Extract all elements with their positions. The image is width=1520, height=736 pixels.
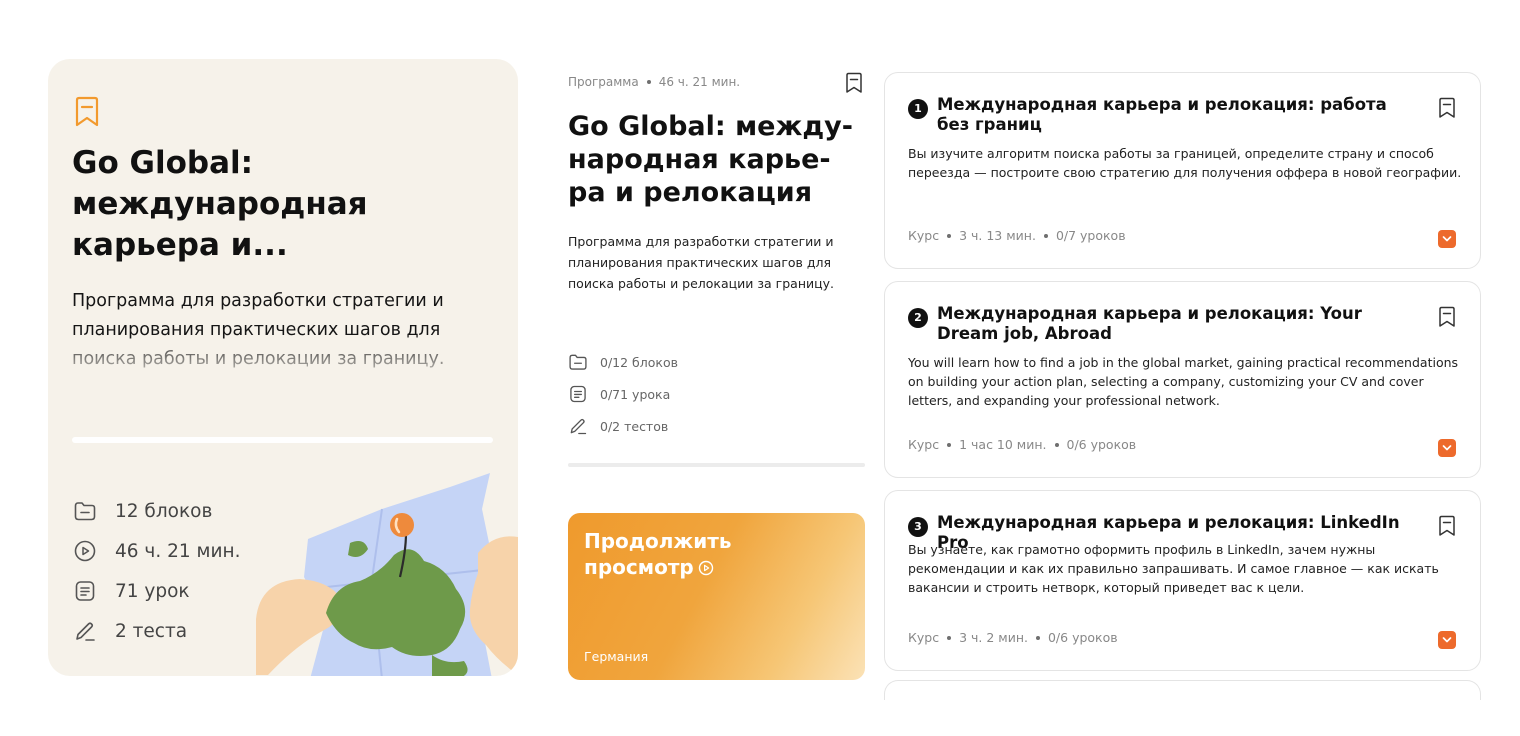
progress-tests: 0/2 тестов [568,410,865,442]
hero-stat-duration: 46 ч. 21 мин. [73,531,241,571]
separator-dot [947,442,952,447]
bookmark-icon[interactable] [74,96,100,128]
bookmark-icon[interactable] [845,72,863,94]
course-description: Вы узнаете, как грамотно оформить профил… [908,542,1439,595]
hero-title: Go Global: международная карьера и... [72,145,368,263]
chevron-down-icon [1442,445,1452,451]
program-progress: 0/12 блоков 0/71 урока 0/2 тестов [568,346,865,442]
progress-label: 0/2 тестов [600,418,669,434]
course-lessons: 0/7 уроков [1055,228,1126,243]
program-info: Программа 46 ч. 21 мин. Go Global: между… [568,70,865,442]
chevron-down-icon [1442,236,1452,242]
continue-watching-card[interactable]: Продолжить просмотр Германия [568,513,865,680]
bookmark-icon[interactable] [1438,306,1456,328]
pencil-icon [570,418,587,435]
program-duration: 46 ч. 21 мин. [658,75,741,89]
program-title: Go Global: между-народная карье-ра и рел… [568,111,853,208]
chevron-down-icon [1442,637,1452,643]
course-title: Международная карьера и релокация: работ… [937,95,1387,134]
program-type: Программа [568,75,639,89]
play-circle-icon [74,540,96,562]
separator-dot [646,80,651,84]
expand-button[interactable] [1438,439,1456,457]
separator-dot [947,635,952,640]
course-card[interactable]: 2 Международная карьера и релокация: You… [884,281,1481,478]
continue-watching-title: Продолжить просмотр [584,528,844,580]
hero-stat-label: 71 урок [115,580,190,602]
pencil-icon [76,622,95,641]
course-duration: 3 ч. 13 мин. [959,228,1036,243]
hero-stat-label: 2 теста [115,620,188,642]
hero-divider [72,437,493,443]
continue-country: Германия [584,649,649,664]
separator-dot [1054,442,1059,447]
progress-lessons: 0/71 урока [568,378,865,410]
course-card[interactable]: 3 Международная карьера и релокация: Lin… [884,490,1481,671]
document-icon [570,385,586,403]
bookmark-icon[interactable] [1438,97,1456,119]
course-title: Международная карьера и релокация: Your … [937,304,1362,343]
hero-stat-tests: 2 теста [73,611,241,651]
progress-blocks: 0/12 блоков [568,346,865,378]
expand-button[interactable] [1438,230,1456,248]
program-hero-card[interactable]: Go Global: международная карьера и... Пр… [48,59,518,676]
course-number: 2 [908,308,928,328]
program-description: Программа для разработки стратегии и пла… [568,234,834,291]
folder-icon [74,502,96,521]
course-duration: 3 ч. 2 мин. [959,630,1028,645]
course-type: Курс [908,630,940,645]
expand-button[interactable] [1438,631,1456,649]
progress-label: 0/71 урока [600,386,671,402]
course-type: Курс [908,437,940,452]
course-lessons: 0/6 уроков [1047,630,1118,645]
course-duration: 1 час 10 мин. [959,437,1047,452]
map-illustration [256,473,518,676]
progress-divider [568,463,865,467]
course-description: You will learn how to find a job in the … [908,355,1459,408]
separator-dot [1043,233,1048,238]
course-meta: Курс 3 ч. 13 мин. 0/7 уроков [908,228,1126,243]
separator-dot [1035,635,1040,640]
course-card-partial[interactable] [884,680,1481,700]
separator-dot [947,233,952,238]
program-meta: Программа 46 ч. 21 мин. [568,70,865,94]
bookmark-icon[interactable] [1438,515,1456,537]
course-type: Курс [908,228,940,243]
course-description: Вы изучите алгоритм поиска работы за гра… [908,146,1462,180]
hero-stats: 12 блоков 46 ч. 21 мин. 71 урок 2 теста [73,491,241,651]
course-card[interactable]: 1 Международная карьера и релокация: раб… [884,72,1481,269]
course-number: 3 [908,517,928,537]
description-fade [48,341,518,381]
folder-icon [569,354,587,370]
course-meta: Курс 3 ч. 2 мин. 0/6 уроков [908,630,1118,645]
hero-stat-label: 12 блоков [115,500,213,522]
progress-label: 0/12 блоков [600,354,678,370]
document-icon [75,581,95,601]
hero-stat-blocks: 12 блоков [73,491,241,531]
hero-stat-lessons: 71 урок [73,571,241,611]
hero-stat-label: 46 ч. 21 мин. [115,540,241,562]
play-circle-icon [698,560,713,576]
course-lessons: 0/6 уроков [1066,437,1137,452]
course-meta: Курс 1 час 10 мин. 0/6 уроков [908,437,1136,452]
course-number: 1 [908,99,928,119]
